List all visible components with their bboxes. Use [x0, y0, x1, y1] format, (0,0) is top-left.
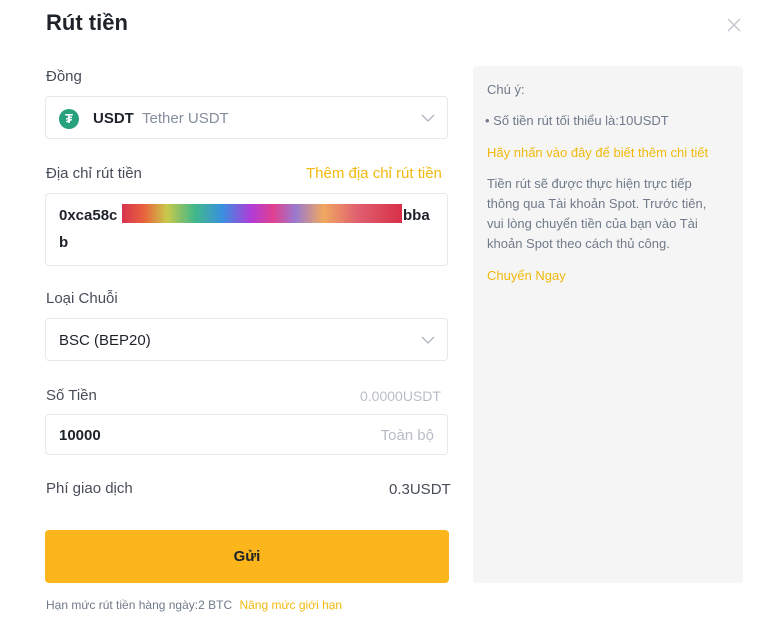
learn-more-link[interactable]: Hãy nhấn vào đây để biết thêm chi tiết	[487, 143, 708, 163]
amount-input[interactable]: 10000 Toàn bộ	[45, 414, 448, 455]
notes-panel: Chú ý: • Số tiền rút tối thiểu là:10USDT…	[473, 66, 743, 583]
chain-select[interactable]: BSC (BEP20)	[45, 318, 448, 361]
notes-description-4: khoản Spot theo cách thủ công.	[487, 236, 670, 251]
notes-description-2: thông qua Tài khoản Spot. Trước tiên,	[487, 196, 707, 211]
page-title: Rút tiền	[46, 10, 128, 35]
tether-icon: ₮	[59, 109, 79, 129]
max-amount-button[interactable]: Toàn bộ	[381, 427, 434, 444]
available-balance: 0.0000USDT	[360, 388, 441, 404]
notes-description-3: vui lòng chuyển tiền của bạn vào Tài	[487, 216, 698, 231]
address-suffix: bba	[403, 207, 430, 224]
fee-value: 0.3USDT	[389, 481, 451, 498]
daily-limit: Hạn mức rút tiền hàng ngày:2 BTC Nâng mứ…	[46, 598, 342, 612]
coin-name: Tether USDT	[142, 110, 229, 127]
chevron-down-icon	[421, 336, 435, 344]
notes-title: Chú ý:	[487, 82, 525, 97]
address-input[interactable]: 0xca58c bba b	[45, 193, 448, 266]
increase-limit-link[interactable]: Nâng mức giới hạn	[239, 598, 342, 612]
close-icon[interactable]	[725, 16, 743, 34]
notes-min-amount: • Số tiền rút tối thiểu là:10USDT	[485, 113, 669, 128]
coin-label: Đồng	[46, 68, 82, 85]
coin-select[interactable]: ₮ USDT Tether USDT	[45, 96, 448, 139]
chevron-down-icon	[421, 114, 435, 122]
notes-description-1: Tiền rút sẽ được thực hiện trực tiếp	[487, 176, 692, 191]
address-label: Địa chỉ rút tiền	[46, 165, 142, 182]
submit-button[interactable]: Gửi	[45, 530, 449, 583]
coin-code: USDT	[93, 110, 134, 127]
chain-value: BSC (BEP20)	[59, 332, 151, 349]
address-line2: b	[59, 234, 69, 251]
amount-label: Số Tiền	[46, 387, 97, 404]
fee-label: Phí giao dịch	[46, 480, 133, 497]
daily-limit-text: Hạn mức rút tiền hàng ngày:2 BTC	[46, 598, 233, 612]
add-address-link[interactable]: Thêm địa chỉ rút tiền	[306, 165, 442, 182]
address-redaction	[122, 204, 402, 223]
address-prefix: 0xca58c	[59, 207, 118, 224]
chain-label: Loại Chuỗi	[46, 290, 118, 307]
amount-value: 10000	[59, 427, 101, 444]
transfer-now-link[interactable]: Chuyển Ngay	[487, 266, 566, 286]
